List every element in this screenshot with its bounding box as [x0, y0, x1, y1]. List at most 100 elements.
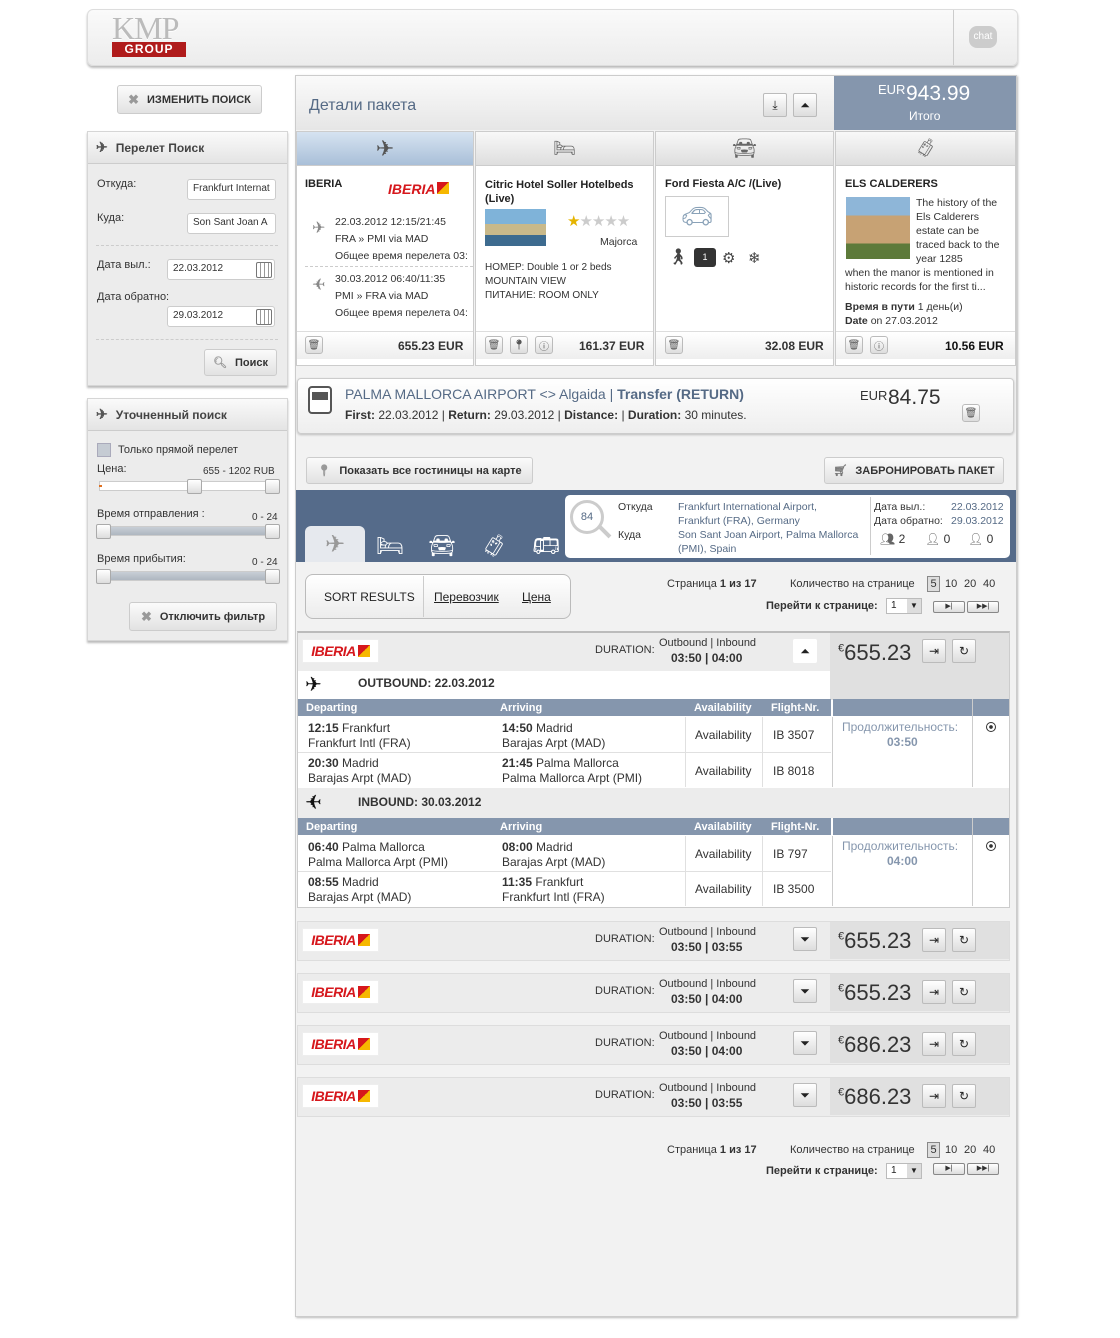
trash-icon[interactable]: 🗑︎: [305, 336, 323, 354]
inbound-table-header-right: [833, 818, 1009, 835]
bus-icon: [308, 386, 332, 414]
trash-icon[interactable]: 🗑︎: [665, 336, 683, 354]
person-icon: 👤︎: [925, 532, 941, 546]
add-to-package-icon[interactable]: ⇥: [922, 928, 946, 952]
logo-group[interactable]: GROUP: [112, 42, 186, 57]
add-to-package-icon[interactable]: ⇥: [922, 1032, 946, 1056]
arr-time-slider[interactable]: [99, 571, 275, 581]
next-page-button[interactable]: ▶|: [933, 1163, 965, 1175]
car-name: Ford Fiesta A/C /(Live): [665, 178, 782, 190]
per-page-option[interactable]: 40: [983, 1144, 995, 1156]
person-icon: 👤︎: [968, 532, 984, 546]
sort-price-link[interactable]: Цена: [522, 590, 551, 604]
trash-icon[interactable]: 🗑︎: [845, 336, 863, 354]
dep-time-slider[interactable]: [99, 526, 275, 536]
tab-hotels[interactable]: 🛏︎: [376, 533, 404, 559]
expand-down-icon[interactable]: ⏷: [793, 979, 817, 1003]
sort-carrier-link[interactable]: Перевозчик: [434, 590, 499, 604]
price-slider-handle[interactable]: [187, 479, 202, 494]
goto-page-select[interactable]: 1 ▼: [886, 1163, 922, 1179]
dep-slider-handle[interactable]: [265, 524, 280, 539]
add-to-package-icon[interactable]: ⇥: [922, 639, 946, 663]
outbound-radio[interactable]: [986, 722, 996, 732]
table-row[interactable]: 12:15 Frankfurt Frankfurt Intl (FRA): [308, 721, 411, 751]
refresh-icon[interactable]: ↻: [952, 639, 976, 663]
inbound-info: 30.03.2012 06:40/11:35 PMI » FRA via MAD…: [335, 273, 468, 319]
show-hotels-map-button[interactable]: 📍︎ Показать все гостиницы на карте: [306, 457, 533, 484]
calendar-icon[interactable]: [256, 262, 272, 278]
inbound-plane-icon: ✈: [305, 792, 322, 814]
arr-slider-handle[interactable]: [96, 569, 111, 584]
per-page-option[interactable]: 5: [927, 1142, 940, 1158]
expand-down-icon[interactable]: ⏷: [793, 1083, 817, 1107]
hotel-tab[interactable]: 🛏︎: [475, 131, 654, 166]
divider: [972, 818, 973, 906]
logo[interactable]: KMP: [112, 12, 179, 44]
map-pin-icon[interactable]: 📍︎: [510, 336, 528, 354]
per-page-option[interactable]: 20: [964, 1144, 976, 1156]
expand-down-icon[interactable]: ⏷: [793, 1031, 817, 1055]
last-page-button[interactable]: ▶▶|: [967, 1163, 999, 1175]
collapse-up-icon[interactable]: ⏶: [793, 639, 817, 663]
goto-label: Перейти к странице:: [766, 1165, 878, 1177]
next-page-button[interactable]: ▶|: [933, 601, 965, 613]
people-icon: 👥︎: [880, 532, 896, 546]
tab-transfers[interactable]: 🚌︎: [532, 533, 560, 559]
arr-slider-handle[interactable]: [265, 569, 280, 584]
info-icon[interactable]: ⓘ: [870, 336, 888, 354]
activity-tab[interactable]: 🧳︎: [835, 131, 1016, 166]
change-search-button[interactable]: ✖ ИЗМЕНИТЬ ПОИСК: [117, 85, 262, 114]
tab-flights[interactable]: ✈: [305, 526, 365, 562]
price-slider-handle[interactable]: [265, 479, 280, 494]
transfer-details: First: 22.03.2012 | Return: 29.03.2012 |…: [345, 408, 747, 422]
inbound-radio[interactable]: [986, 841, 996, 851]
flight-tab[interactable]: ✈: [296, 131, 474, 166]
tab-cars[interactable]: 🚘︎: [428, 533, 456, 559]
summary-to-value: Son Sant Joan Airport, Palma Mallorca (PM…: [678, 529, 859, 555]
col-arriving: Arriving: [500, 821, 543, 833]
refresh-icon[interactable]: ↻: [952, 928, 976, 952]
expand-down-icon[interactable]: ⏷: [793, 927, 817, 951]
download-icon[interactable]: ⤓: [763, 93, 787, 117]
table-row[interactable]: 06:40 Palma Mallorca Palma Mallorca Arpt …: [308, 840, 448, 870]
per-page-option[interactable]: 40: [983, 578, 995, 590]
car-tab[interactable]: 🚘︎: [655, 131, 834, 166]
plane-icon: ✈: [324, 530, 346, 558]
per-page-option[interactable]: 10: [945, 1144, 957, 1156]
add-to-package-icon[interactable]: ⇥: [922, 1084, 946, 1108]
table-row[interactable]: 20:30 Madrid Barajas Arpt (MAD): [308, 756, 411, 786]
info-icon[interactable]: ⓘ: [535, 336, 553, 354]
disable-filter-button[interactable]: ✖ Отключить фильтр: [129, 602, 277, 631]
per-page-option[interactable]: 5: [927, 576, 940, 592]
refresh-icon[interactable]: ↻: [952, 980, 976, 1004]
chat-icon[interactable]: chat: [969, 26, 997, 48]
total-label: Итого: [909, 109, 941, 123]
divider: [96, 245, 278, 246]
per-page-option[interactable]: 20: [964, 578, 976, 590]
calendar-icon[interactable]: [256, 309, 272, 325]
to-input[interactable]: Son Sant Joan A: [187, 213, 276, 234]
tab-activities[interactable]: 🧳︎: [480, 533, 508, 559]
direct-only-checkbox[interactable]: [97, 443, 111, 457]
car-photo: 🚗︎: [665, 196, 729, 237]
goto-page-select[interactable]: 1 ▼: [886, 598, 922, 614]
search-button[interactable]: 🔍︎ Поиск: [204, 349, 277, 376]
ob-ib-label: Outbound | Inbound: [659, 1030, 757, 1042]
collapse-up-icon[interactable]: ⏶: [793, 93, 817, 117]
per-page-label: Количество на странице: [790, 578, 915, 590]
book-package-button[interactable]: 🛒︎ ЗАБРОНИРОВАТЬ ПАКЕТ: [824, 457, 1004, 484]
from-input[interactable]: Frankfurt Internat: [187, 179, 276, 200]
per-page-option[interactable]: 10: [945, 578, 957, 590]
trash-icon[interactable]: 🗑︎: [485, 336, 503, 354]
refresh-icon[interactable]: ↻: [952, 1084, 976, 1108]
refresh-icon[interactable]: ↻: [952, 1032, 976, 1056]
page-indicator: Страница 1 из 17: [667, 578, 757, 590]
availability: Availability: [695, 847, 752, 861]
table-row[interactable]: 08:55 Madrid Barajas Arpt (MAD): [308, 875, 411, 905]
last-page-button[interactable]: ▶▶|: [967, 601, 999, 613]
dep-slider-handle[interactable]: [96, 524, 111, 539]
divider: [762, 717, 763, 787]
trash-icon[interactable]: 🗑︎: [962, 404, 980, 422]
outbound-duration-value: 03:50: [887, 735, 918, 749]
add-to-package-icon[interactable]: ⇥: [922, 980, 946, 1004]
